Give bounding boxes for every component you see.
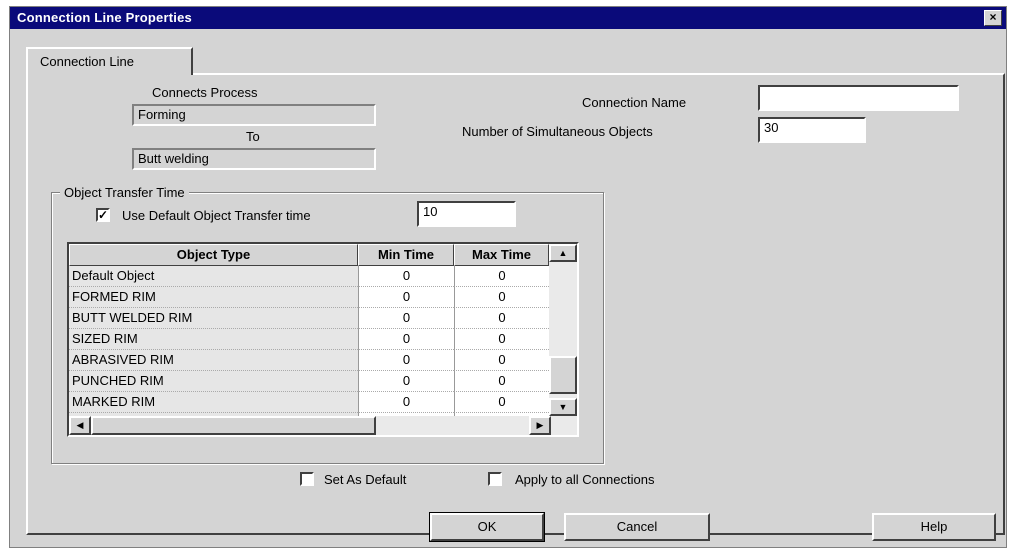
grid-vertical-scrollbar[interactable]: ▲ ▼	[549, 244, 577, 416]
scroll-up-arrow-icon[interactable]: ▲	[549, 244, 577, 262]
set-as-default-label: Set As Default	[324, 472, 407, 487]
min-time-cell[interactable]: 0	[358, 371, 454, 392]
max-time-cell[interactable]: 0	[454, 371, 549, 392]
table-row[interactable]: MARKED RIM 0 0	[69, 392, 549, 413]
object-type-cell[interactable]: PUNCHED RIM	[69, 371, 358, 392]
connection-name-label: Connection Name	[582, 95, 687, 110]
object-transfer-time-title: Object Transfer Time	[60, 185, 189, 200]
object-type-cell[interactable]: SIZED RIM	[69, 329, 358, 350]
min-time-cell[interactable]: 0	[358, 329, 454, 350]
max-time-cell[interactable]: 0	[454, 392, 549, 413]
min-time-cell[interactable]: 0	[358, 350, 454, 371]
max-time-cell[interactable]: 0	[454, 266, 549, 287]
min-time-cell[interactable]: 0	[358, 266, 454, 287]
apply-to-all-connections-label: Apply to all Connections	[515, 472, 655, 487]
apply-to-all-connections-checkbox[interactable]	[488, 472, 502, 486]
object-type-cell[interactable]: Default Object	[69, 266, 358, 287]
table-row[interactable]: FORMED RIM 0 0	[69, 287, 549, 308]
table-row[interactable]: PUNCHED RIM 0 0	[69, 371, 549, 392]
use-default-transfer-checkbox[interactable]: ✓	[96, 208, 110, 222]
max-time-cell[interactable]: 0	[454, 287, 549, 308]
cancel-button[interactable]: Cancel	[564, 513, 710, 541]
column-header-object-type[interactable]: Object Type	[69, 244, 358, 266]
scroll-right-arrow-icon[interactable]: ▶	[529, 416, 551, 435]
simultaneous-objects-input[interactable]: 30	[758, 117, 866, 143]
object-type-cell[interactable]: BUTT WELDED RIM	[69, 308, 358, 329]
set-as-default-checkbox[interactable]	[300, 472, 314, 486]
min-time-cell[interactable]: 0	[358, 392, 454, 413]
connection-name-input[interactable]	[758, 85, 959, 111]
column-header-max-time[interactable]: Max Time	[454, 244, 549, 266]
min-time-cell[interactable]: 0	[358, 308, 454, 329]
default-transfer-time-input[interactable]: 10	[417, 201, 516, 227]
ok-button[interactable]: OK	[429, 512, 545, 542]
min-time-cell[interactable]: 0	[358, 287, 454, 308]
help-button[interactable]: Help	[872, 513, 996, 541]
max-time-cell[interactable]: 0	[454, 350, 549, 371]
simultaneous-objects-label: Number of Simultaneous Objects	[462, 124, 653, 139]
max-time-cell[interactable]: 0	[454, 308, 549, 329]
table-row[interactable]: Default Object 0 0	[69, 266, 549, 287]
horizontal-scroll-thumb[interactable]	[91, 416, 376, 435]
connection-line-properties-dialog: Connection Line Properties × Connection …	[9, 6, 1007, 548]
to-label: To	[246, 129, 260, 144]
scroll-left-arrow-icon[interactable]: ◀	[69, 416, 91, 435]
column-header-min-time[interactable]: Min Time	[358, 244, 454, 266]
grid-horizontal-scrollbar[interactable]: ◀ ▶	[69, 416, 577, 435]
tab-label: Connection Line	[40, 54, 134, 69]
object-type-cell[interactable]: FORMED RIM	[69, 287, 358, 308]
to-process-field: Butt welding	[132, 148, 376, 170]
dialog-title: Connection Line Properties	[17, 10, 192, 25]
object-type-cell[interactable]: ABRASIVED RIM	[69, 350, 358, 371]
scroll-down-arrow-icon[interactable]: ▼	[549, 398, 577, 416]
object-transfer-grid: Object Type Min Time Max Time Default Ob…	[67, 242, 579, 437]
max-time-cell[interactable]: 0	[454, 329, 549, 350]
use-default-transfer-label: Use Default Object Transfer time	[122, 208, 311, 223]
table-row[interactable]: BUTT WELDED RIM 0 0	[69, 308, 549, 329]
title-bar[interactable]: Connection Line Properties ×	[10, 7, 1006, 29]
from-process-field: Forming	[132, 104, 376, 126]
close-button[interactable]: ×	[984, 10, 1002, 26]
object-type-cell[interactable]: MARKED RIM	[69, 392, 358, 413]
vertical-scroll-thumb[interactable]	[549, 356, 577, 394]
tab-connection-line[interactable]: Connection Line	[26, 47, 193, 75]
table-row[interactable]: SIZED RIM 0 0	[69, 329, 549, 350]
table-row[interactable]: ABRASIVED RIM 0 0	[69, 350, 549, 371]
connects-process-label: Connects Process	[152, 85, 258, 100]
